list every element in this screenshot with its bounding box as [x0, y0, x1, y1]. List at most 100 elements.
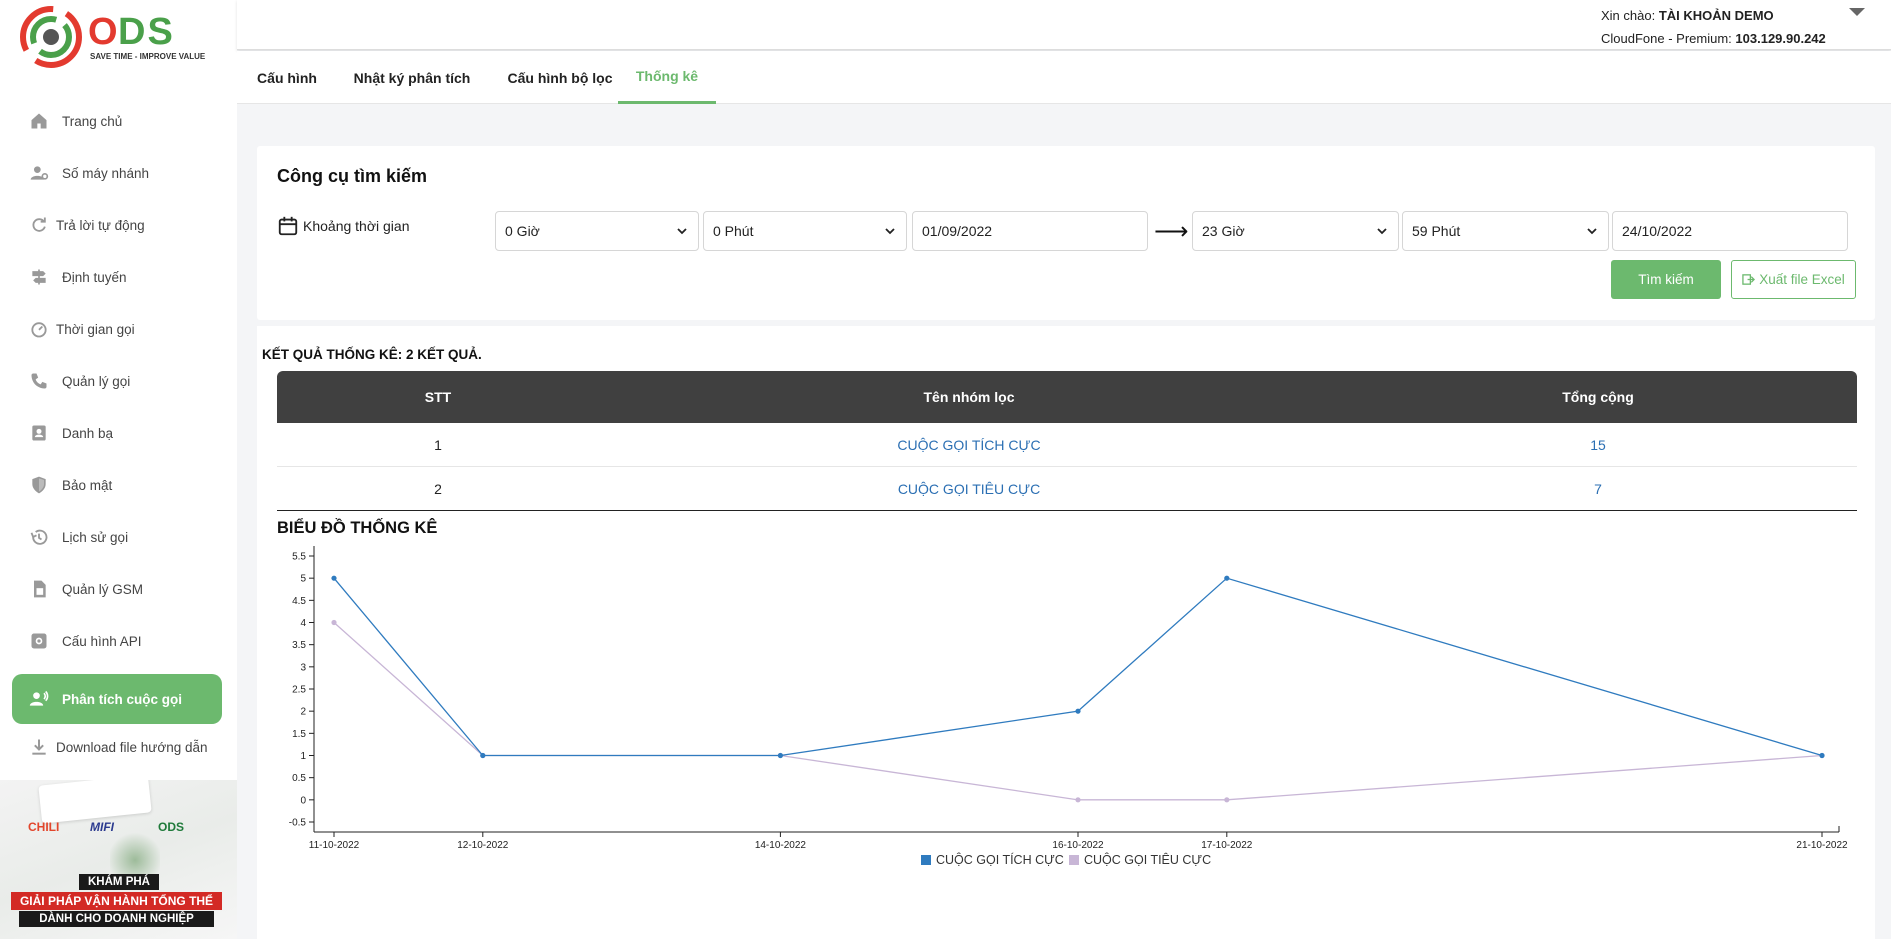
data-point-series-2[interactable] — [331, 619, 337, 626]
data-point-series-1[interactable] — [1224, 575, 1230, 581]
greeting-prefix: Xin chào: — [1601, 8, 1656, 23]
y-tick-label: 0.5 — [292, 773, 306, 784]
tab-bar: Cấu hình Nhật ký phân tích Cấu hình bộ l… — [237, 51, 1891, 104]
y-tick-label: 3.5 — [292, 640, 306, 651]
signpost-icon — [28, 266, 50, 288]
data-point-series-1[interactable] — [331, 575, 337, 581]
export-excel-label: Xuất file Excel — [1759, 272, 1845, 287]
sim-card-icon — [28, 578, 50, 600]
to-hour-value: 23 Giờ — [1202, 223, 1245, 239]
tab-cau-hinh[interactable]: Cấu hình — [247, 51, 327, 104]
svg-text:DS: DS — [118, 11, 175, 53]
sidebar-item-12[interactable]: Phân tích cuộc gọi — [12, 674, 222, 724]
sidebar-item-7[interactable]: Danh bạ — [12, 408, 222, 458]
y-tick-label: 0 — [300, 795, 306, 806]
data-point-series-2[interactable] — [1224, 797, 1230, 803]
promo-brand-mifi: MIFI — [90, 820, 114, 834]
sidebar-item-label: Lịch sử gọi — [62, 529, 129, 545]
from-date-input[interactable]: 01/09/2022 — [912, 211, 1148, 251]
data-point-series-1[interactable] — [777, 752, 784, 759]
sidebar-item-13[interactable]: Download file hướng dẫn — [12, 722, 222, 772]
y-tick-label: 3 — [300, 662, 306, 673]
y-tick-label: 4 — [300, 618, 306, 629]
account-name: TÀI KHOẢN DEMO — [1658, 8, 1774, 23]
sidebar-item-10[interactable]: Quản lý GSM — [12, 564, 222, 614]
data-point-series-2[interactable] — [1075, 797, 1081, 803]
sidebar-item-6[interactable]: Quản lý gọi — [12, 356, 222, 406]
account-dropdown-icon[interactable] — [1849, 8, 1865, 16]
chevron-down-icon — [1377, 228, 1387, 235]
refresh-icon — [28, 214, 50, 236]
time-range-text: Khoảng thời gian — [303, 218, 410, 234]
x-tick-label: 12-10-2022 — [457, 840, 509, 851]
from-date-value: 01/09/2022 — [922, 223, 993, 239]
from-hour-select[interactable]: 0 Giờ — [495, 211, 699, 251]
sidebar-item-1[interactable]: Trang chủ — [12, 96, 222, 146]
to-minute-value: 59 Phút — [1412, 223, 1461, 239]
data-point-series-1[interactable] — [1075, 708, 1081, 714]
promo-banner[interactable]: CHILI MIFI ODS KHÁM PHÁ GIẢI PHÁP VẬN HÀ… — [0, 780, 237, 939]
promo-brand-ods: ODS — [158, 820, 185, 834]
account-plan: CloudFone - Premium: 103.129.90.242 — [1601, 31, 1826, 46]
to-minute-select[interactable]: 59 Phút — [1402, 211, 1609, 251]
results-panel: KẾT QUẢ THỐNG KÊ: 2 KẾT QUẢ. STT Tên nhó… — [257, 326, 1875, 939]
x-tick-label: 21-10-2022 — [1796, 840, 1848, 851]
phone-icon — [28, 370, 50, 392]
to-date-input[interactable]: 24/10/2022 — [1612, 211, 1848, 251]
promo-line-3: DÀNH CHO DOANH NGHIỆP — [19, 911, 214, 927]
from-hour-value: 0 Giờ — [505, 223, 540, 239]
promo-line-2: GIẢI PHÁP VẬN HÀNH TỔNG THỂ — [11, 892, 222, 910]
from-minute-select[interactable]: 0 Phút — [703, 211, 907, 251]
search-panel-title: Công cụ tìm kiếm — [277, 166, 428, 186]
sidebar-item-3[interactable]: Trả lời tự động — [12, 200, 222, 250]
top-header: Xin chào: TÀI KHOẢN DEMO CloudFone - Pre… — [237, 0, 1891, 50]
export-excel-button[interactable]: Xuất file Excel — [1731, 260, 1856, 299]
to-date-value: 24/10/2022 — [1622, 223, 1693, 239]
sidebar-item-label: Thời gian gọi — [56, 321, 135, 337]
shield-icon — [28, 474, 50, 496]
legend-label-2: CUỘC GỌI TIÊU CỰC — [1084, 852, 1211, 867]
greeting: Xin chào: TÀI KHOẢN DEMO — [1601, 8, 1774, 23]
chevron-down-icon — [885, 228, 895, 235]
tab-cau-hinh-bo-loc[interactable]: Cấu hình bộ lọc — [495, 51, 625, 104]
user-voice-icon — [28, 688, 50, 710]
sidebar-item-label: Số máy nhánh — [62, 165, 150, 181]
x-tick-label: 16-10-2022 — [1052, 840, 1104, 851]
x-tick-label: 11-10-2022 — [309, 840, 360, 851]
sidebar-item-label: Danh bạ — [62, 425, 114, 441]
logo-tagline: SAVE TIME - IMPROVE VALUE — [90, 52, 206, 61]
sidebar-item-label: Trang chủ — [62, 113, 123, 129]
y-tick-label: 1.5 — [292, 729, 306, 740]
chevron-down-icon — [677, 228, 687, 235]
account-ip: 103.129.90.242 — [1735, 31, 1826, 46]
sidebar-item-8[interactable]: Bảo mật — [12, 460, 222, 510]
ods-logo[interactable]: O DS SAVE TIME - IMPROVE VALUE — [18, 4, 218, 70]
from-minute-value: 0 Phút — [713, 223, 754, 239]
to-hour-select[interactable]: 23 Giờ — [1192, 211, 1399, 251]
data-point-series-1[interactable] — [1819, 752, 1825, 759]
y-tick-label: 5 — [300, 574, 306, 585]
sidebar-item-9[interactable]: Lịch sử gọi — [12, 512, 222, 562]
y-tick-label: 5.5 — [292, 552, 306, 563]
sidebar-item-label: Định tuyến — [62, 269, 127, 285]
calendar-icon — [278, 216, 298, 236]
sidebar-item-label: Trả lời tự động — [56, 217, 145, 233]
search-button[interactable]: Tìm kiếm — [1611, 260, 1721, 299]
sidebar-item-5[interactable]: Thời gian gọi — [12, 304, 222, 354]
home-icon — [28, 110, 50, 132]
data-point-series-1[interactable] — [480, 752, 486, 759]
download-icon — [28, 736, 50, 758]
x-tick-label: 17-10-2022 — [1201, 840, 1253, 851]
sidebar-item-4[interactable]: Định tuyến — [12, 252, 222, 302]
y-tick-label: 4.5 — [292, 596, 306, 607]
sidebar-item-label: Phân tích cuộc gọi — [62, 691, 183, 707]
sidebar-item-label: Cấu hình API — [62, 633, 142, 649]
contacts-icon — [28, 422, 50, 444]
tab-nhat-ky-phan-tich[interactable]: Nhật ký phân tích — [342, 51, 482, 104]
api-gear-icon — [28, 630, 50, 652]
range-arrow-icon: ⟶ — [1154, 218, 1189, 245]
tab-thong-ke[interactable]: Thống kê — [618, 51, 716, 104]
sidebar-item-2[interactable]: Số máy nhánh — [12, 148, 222, 198]
promo-line-1: KHÁM PHÁ — [79, 874, 159, 890]
sidebar-item-11[interactable]: Cấu hình API — [12, 616, 222, 666]
